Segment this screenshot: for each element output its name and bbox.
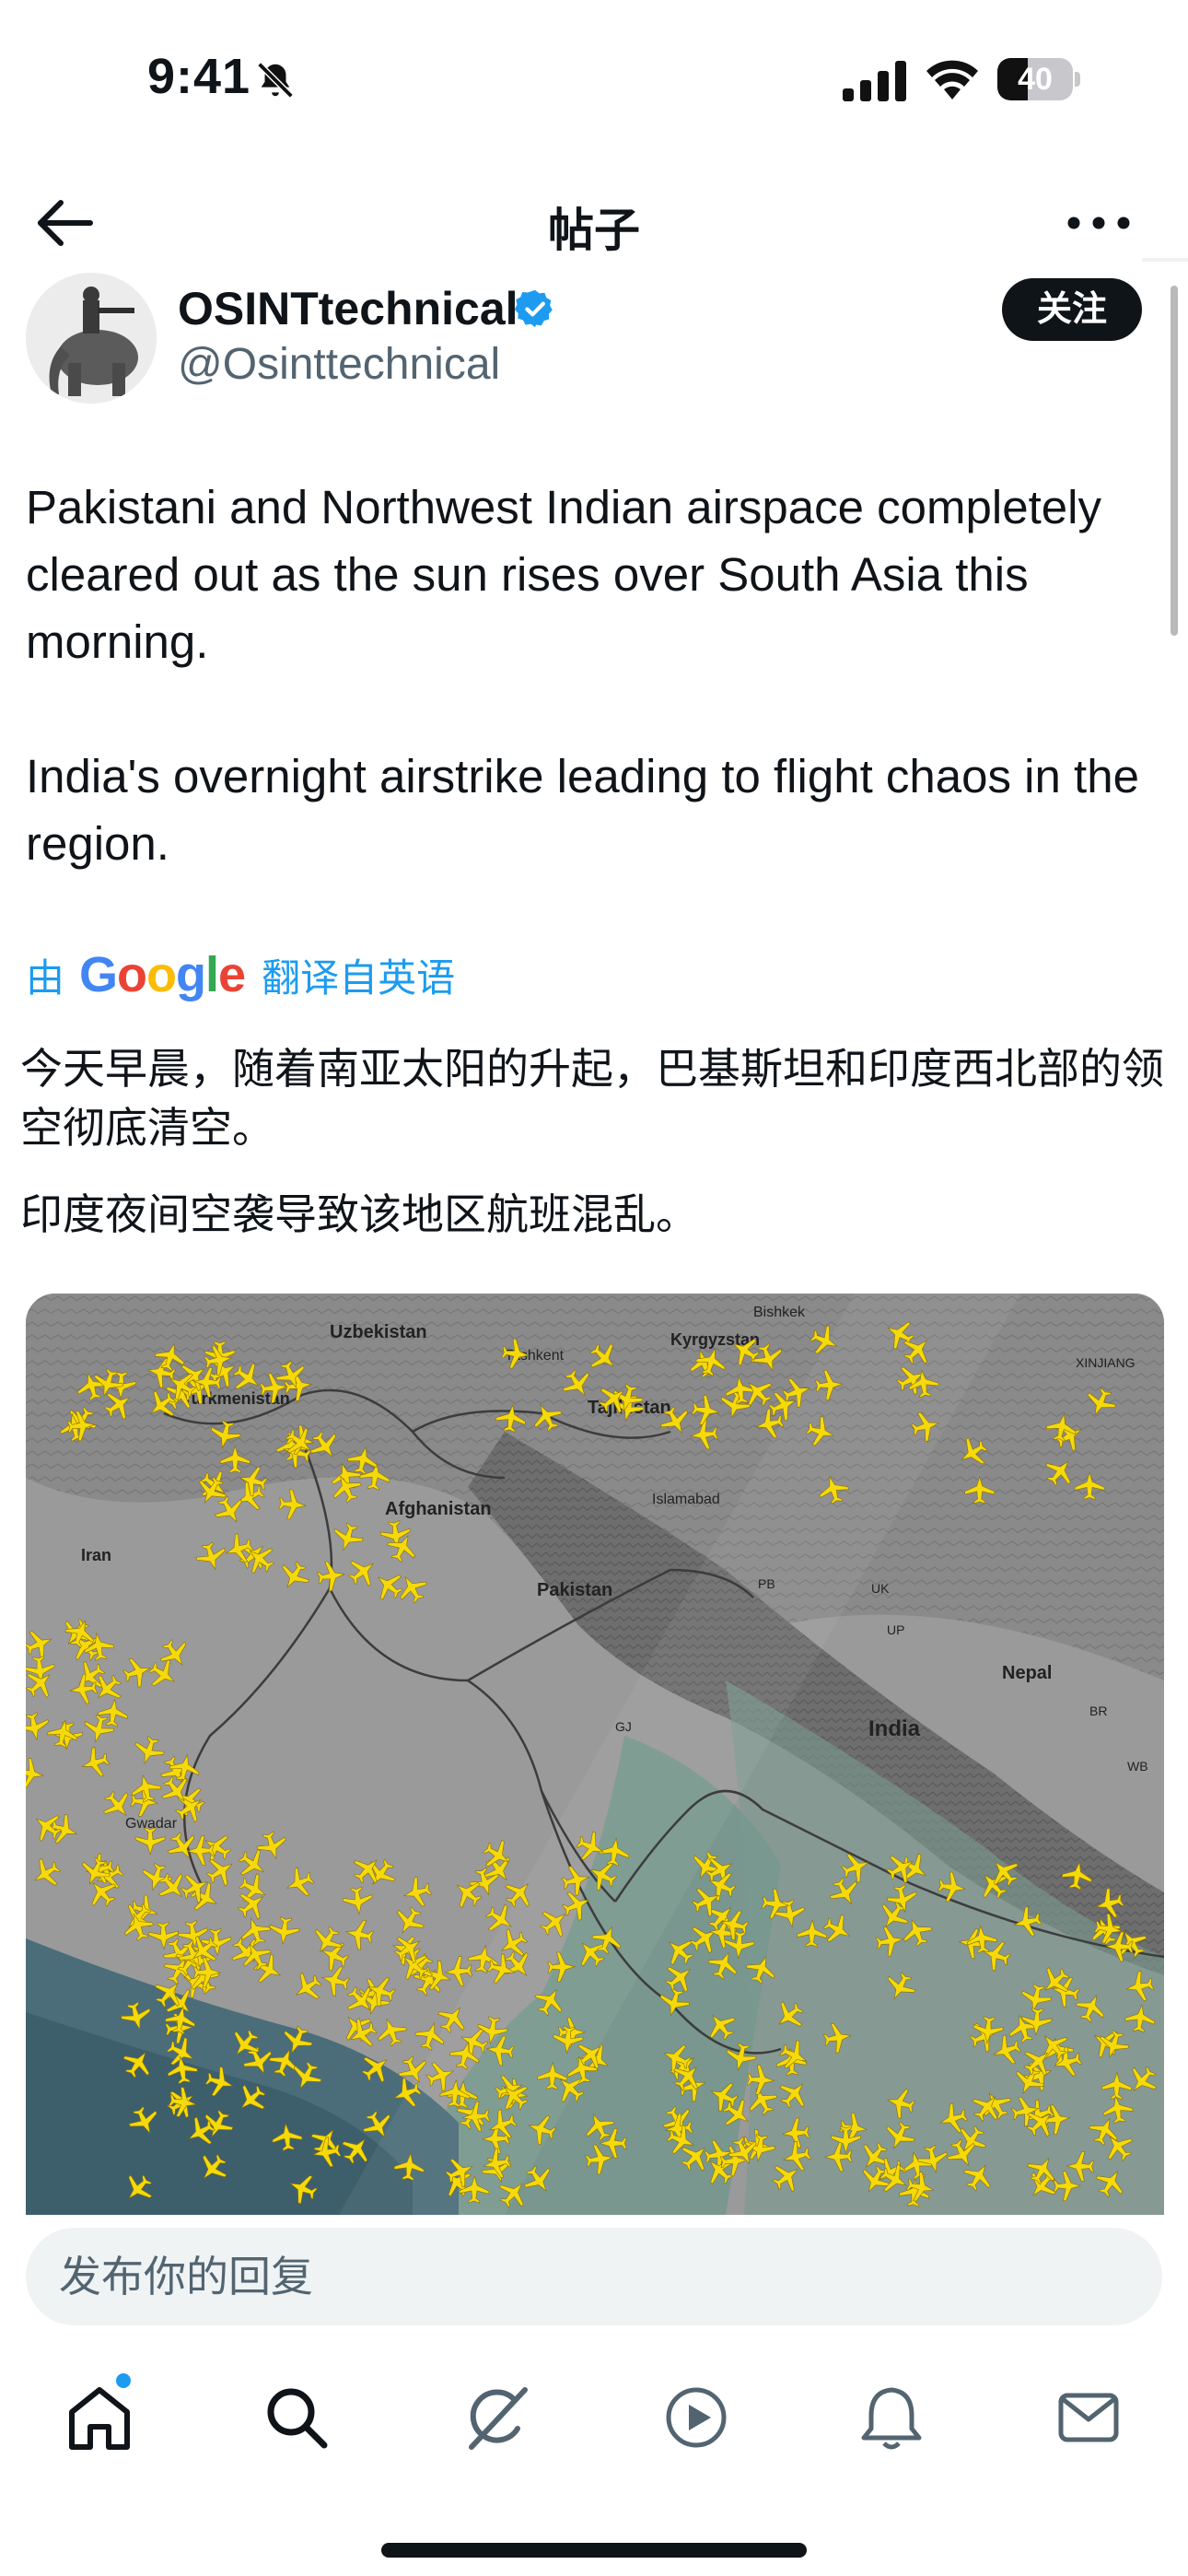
map-label: GJ	[615, 1719, 632, 1734]
back-button[interactable]	[33, 195, 99, 251]
cellular-signal-icon	[843, 61, 906, 101]
translated-paragraph: 印度夜间空袭导致该地区航班混乱。	[20, 1190, 698, 1238]
home-tab[interactable]	[63, 2381, 136, 2454]
notifications-icon	[861, 2387, 922, 2450]
map-label: Pakistan	[537, 1580, 612, 1600]
elephant-rider-image	[26, 273, 157, 404]
map-label: WB	[1127, 1759, 1148, 1774]
map-label: Nepal	[1002, 1663, 1052, 1683]
map-label: XINJIANG	[1076, 1355, 1136, 1370]
tweet-paragraph: India's overnight airstrike leading to f…	[26, 750, 1139, 870]
map-label: UP	[887, 1622, 904, 1637]
tweet-text: Pakistani and Northwest Indian airspace …	[26, 474, 1168, 877]
page-title: 帖子	[548, 205, 640, 256]
google-logo: Google	[79, 947, 246, 1002]
flight-map-image[interactable]: Uzbekistan Turkmenistan Tashkent Kyrgyzstan…	[26, 1294, 1164, 2215]
bell-slash-icon	[257, 62, 294, 99]
map-label: PB	[758, 1576, 775, 1591]
map-label: Iran	[81, 1546, 111, 1564]
reply-input[interactable]: 发布你的回复	[26, 2228, 1162, 2325]
avatar[interactable]	[26, 273, 157, 404]
tweet-paragraph: Pakistani and Northwest Indian airspace …	[26, 481, 1101, 668]
wifi-icon	[926, 60, 978, 100]
map-label: Islamabad	[652, 1492, 720, 1507]
author-name[interactable]: OSINTtechnical	[178, 282, 518, 335]
reply-placeholder: 发布你的回复	[59, 2253, 313, 2301]
messages-icon	[1058, 2393, 1119, 2442]
translated-text: 今天早晨，随着南亚太阳的升起，巴基斯坦和印度西北部的领空彻底清空。 印度夜间空袭…	[20, 1039, 1171, 1271]
messages-tab[interactable]	[1052, 2381, 1125, 2454]
flight-map-canvas: UzbekistanTurkmenistanTashkentKyrgyzstan…	[26, 1294, 1164, 2215]
more-horizontal-icon	[1067, 217, 1130, 229]
translation-attribution[interactable]: 由 Google 翻译自英语	[26, 947, 455, 1002]
battery-level-text: 40	[1018, 62, 1053, 97]
search-icon	[267, 2388, 328, 2449]
translated-paragraph: 今天早晨，随着南亚太阳的升起，巴基斯坦和印度西北部的领空彻底清空。	[20, 1045, 1164, 1152]
map-label: India	[868, 1716, 921, 1741]
video-icon	[666, 2387, 727, 2448]
notifications-tab[interactable]	[855, 2381, 928, 2454]
author-handle[interactable]: @Osinttechnical	[178, 339, 500, 390]
battery-icon: 40	[997, 58, 1080, 100]
translation-prefix: 由	[26, 955, 65, 1000]
follow-button[interactable]: 关注	[1002, 278, 1142, 341]
verified-badge-icon	[514, 289, 553, 328]
home-indicator	[381, 2543, 807, 2558]
status-time: 9:41	[147, 49, 251, 104]
scrollbar[interactable]	[1171, 286, 1178, 636]
home-icon	[69, 2387, 130, 2450]
more-button[interactable]	[1066, 205, 1131, 241]
map-label: Afghanistan	[385, 1499, 492, 1519]
scroll-edge	[1142, 258, 1188, 262]
map-label: Bishkek	[753, 1305, 806, 1320]
map-label: Uzbekistan	[330, 1322, 427, 1342]
search-tab[interactable]	[260, 2381, 333, 2454]
map-label: UK	[871, 1581, 890, 1596]
grok-icon	[469, 2387, 528, 2450]
map-label: BR	[1089, 1704, 1107, 1718]
arrow-left-icon	[38, 200, 93, 246]
grok-tab[interactable]	[460, 2381, 534, 2454]
translation-suffix: 翻译自英语	[262, 955, 456, 1000]
video-tab[interactable]	[659, 2381, 733, 2454]
